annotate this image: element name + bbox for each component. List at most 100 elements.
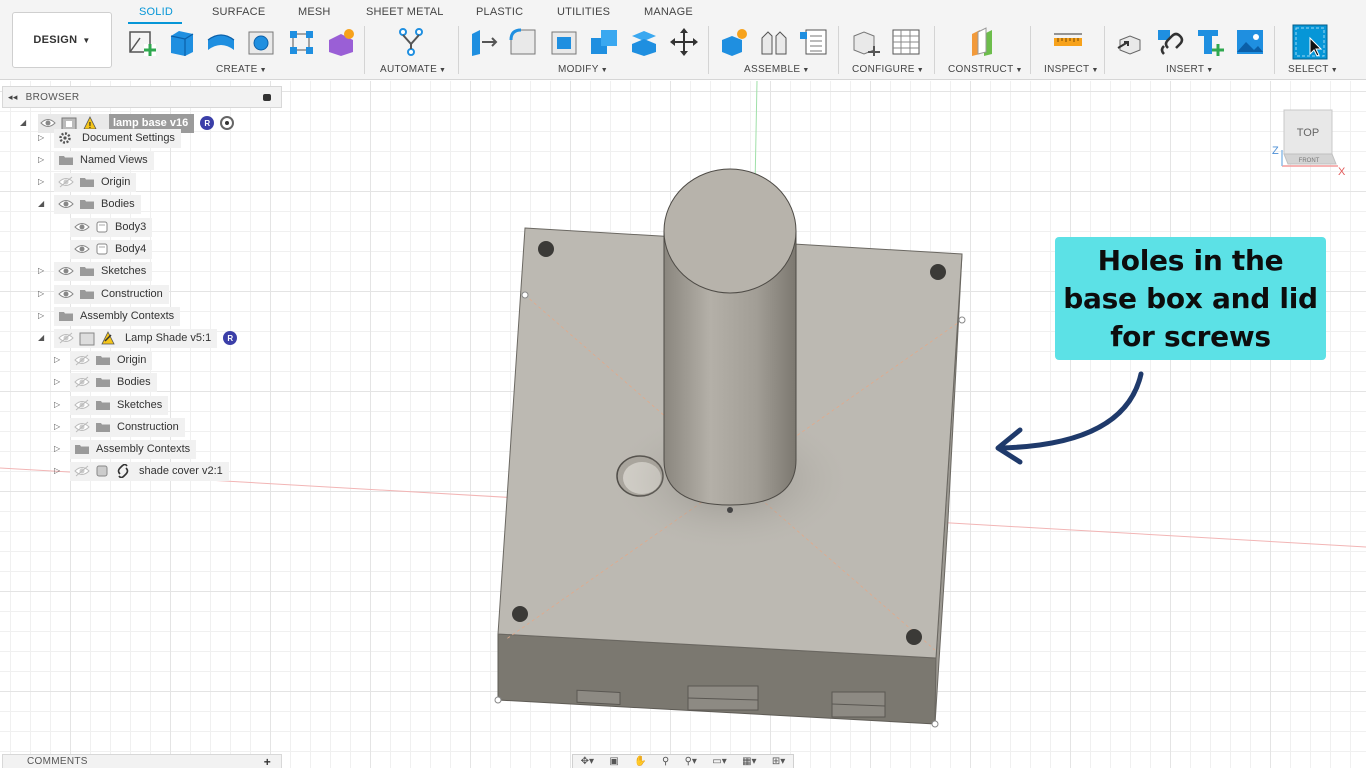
- eye-icon[interactable]: [74, 221, 90, 233]
- expand-right-icon[interactable]: ▷: [54, 400, 64, 409]
- new-component-icon[interactable]: [718, 26, 750, 58]
- eye-hidden-icon[interactable]: [74, 421, 90, 433]
- joint-icon[interactable]: [758, 26, 790, 58]
- browser-tree-item[interactable]: ▷ Document Settings: [0, 128, 181, 148]
- browser-tree-item[interactable]: Body4: [0, 239, 153, 259]
- expand-right-icon[interactable]: ▷: [38, 266, 48, 275]
- expand-down-icon[interactable]: ◢: [38, 333, 48, 342]
- canvas-image-icon[interactable]: [1234, 26, 1266, 58]
- viewports-icon[interactable]: ⊞▾: [772, 756, 785, 767]
- grid-settings-icon[interactable]: ▦▾: [742, 756, 756, 767]
- collapse-panel-icon[interactable]: ◂◂: [8, 92, 18, 103]
- create-form-icon[interactable]: [325, 26, 357, 58]
- tab-utilities[interactable]: UTILITIES: [557, 6, 610, 18]
- pan-icon[interactable]: ✋: [634, 756, 646, 767]
- tab-plastic[interactable]: PLASTIC: [476, 6, 523, 18]
- group-insert[interactable]: INSERT ▼: [1166, 64, 1214, 75]
- offset-plane-icon[interactable]: [966, 26, 998, 58]
- orbit-icon[interactable]: ✥▾: [581, 756, 594, 767]
- group-assemble[interactable]: ASSEMBLE ▼: [744, 64, 810, 75]
- shell-icon[interactable]: [548, 26, 580, 58]
- group-create[interactable]: CREATE ▼: [216, 64, 267, 75]
- browser-tree-item[interactable]: ▷ Sketches: [0, 395, 169, 415]
- pin-panel-icon[interactable]: [263, 94, 271, 101]
- eye-hidden-icon[interactable]: [74, 354, 90, 366]
- display-settings-icon[interactable]: ▭▾: [712, 756, 726, 767]
- view-cube[interactable]: TOP FRONT X Z: [1268, 108, 1348, 180]
- expand-right-icon[interactable]: ▷: [54, 422, 64, 431]
- measure-icon[interactable]: [1052, 26, 1084, 58]
- group-select[interactable]: SELECT ▼: [1288, 64, 1338, 75]
- eye-icon[interactable]: [58, 198, 74, 210]
- look-at-icon[interactable]: ▣: [609, 756, 618, 767]
- design-workspace-dropdown[interactable]: DESIGN ▼: [12, 12, 112, 68]
- configure-icon[interactable]: [850, 26, 882, 58]
- offset-face-icon[interactable]: [628, 26, 660, 58]
- browser-tree-item[interactable]: Body3: [0, 217, 153, 237]
- group-automate[interactable]: AUTOMATE ▼: [380, 64, 446, 75]
- expand-right-icon[interactable]: ▷: [38, 133, 48, 142]
- extrude-icon[interactable]: [165, 26, 197, 58]
- browser-tree-item[interactable]: ◢ Lamp Shade v5:1 R: [0, 328, 238, 348]
- combine-icon[interactable]: [588, 26, 620, 58]
- eye-hidden-icon[interactable]: [74, 399, 90, 411]
- expand-down-icon[interactable]: ◢: [38, 199, 48, 208]
- zoom-icon[interactable]: ⚲: [662, 756, 669, 767]
- expand-right-icon[interactable]: ▷: [54, 355, 64, 364]
- browser-tree-item[interactable]: ▷ Sketches: [0, 261, 153, 281]
- expand-down-icon[interactable]: ◢: [20, 118, 30, 127]
- eye-hidden-icon[interactable]: [58, 176, 74, 188]
- browser-tree-item[interactable]: ◢ Bodies: [0, 194, 141, 214]
- tab-surface[interactable]: SURFACE: [212, 6, 265, 18]
- group-modify[interactable]: MODIFY ▼: [558, 64, 608, 75]
- eye-hidden-icon[interactable]: [74, 376, 90, 388]
- tab-solid[interactable]: SOLID: [139, 6, 173, 18]
- browser-tree-item[interactable]: ▷ Assembly Contexts: [0, 439, 197, 459]
- activate-target-icon[interactable]: [220, 116, 235, 130]
- hole-icon[interactable]: [245, 26, 277, 58]
- browser-tree-item[interactable]: ▷ Named Views: [0, 150, 154, 170]
- expand-right-icon[interactable]: ▷: [54, 377, 64, 386]
- tab-manage[interactable]: MANAGE: [644, 6, 693, 18]
- rectangular-pattern-icon[interactable]: [285, 26, 317, 58]
- eye-hidden-icon[interactable]: [58, 332, 74, 344]
- insert-link-icon[interactable]: [1154, 26, 1186, 58]
- tab-mesh[interactable]: MESH: [298, 6, 331, 18]
- comments-panel[interactable]: COMMENTS +: [2, 754, 282, 768]
- expand-right-icon[interactable]: ▷: [38, 155, 48, 164]
- eye-icon[interactable]: [58, 265, 74, 277]
- automate-icon[interactable]: [395, 26, 427, 58]
- expand-right-icon[interactable]: ▷: [38, 177, 48, 186]
- browser-tree-item[interactable]: ▷ Bodies: [0, 372, 157, 392]
- add-comment-icon[interactable]: +: [264, 755, 271, 768]
- expand-right-icon[interactable]: ▷: [54, 466, 64, 475]
- insert-mcmaster-icon[interactable]: [1194, 26, 1226, 58]
- browser-tree-item[interactable]: ▷ Assembly Contexts: [0, 306, 181, 326]
- revolve-icon[interactable]: [205, 26, 237, 58]
- fit-icon[interactable]: ⚲▾: [685, 756, 697, 767]
- group-construct[interactable]: CONSTRUCT ▼: [948, 64, 1023, 75]
- configuration-table-icon[interactable]: [890, 26, 922, 58]
- eye-icon[interactable]: [58, 288, 74, 300]
- group-configure[interactable]: CONFIGURE ▼: [852, 64, 924, 75]
- tab-sheet-metal[interactable]: SHEET METAL: [366, 6, 444, 18]
- expand-right-icon[interactable]: ▷: [38, 289, 48, 298]
- expand-right-icon[interactable]: ▷: [38, 311, 48, 320]
- fillet-icon[interactable]: [507, 26, 539, 58]
- browser-item-label: Bodies: [101, 198, 135, 210]
- eye-icon[interactable]: [74, 243, 90, 255]
- eye-hidden-icon[interactable]: [74, 465, 90, 477]
- browser-tree-item[interactable]: ▷ Construction: [0, 417, 185, 437]
- bill-of-materials-icon[interactable]: [798, 26, 830, 58]
- browser-tree-item[interactable]: ▷ shade cover v2:1: [0, 461, 229, 481]
- browser-tree-item[interactable]: ▷ Origin: [0, 350, 153, 370]
- move-copy-icon[interactable]: [668, 26, 700, 58]
- select-icon[interactable]: [1292, 24, 1328, 60]
- press-pull-icon[interactable]: [468, 26, 500, 58]
- expand-right-icon[interactable]: ▷: [54, 444, 64, 453]
- create-sketch-icon[interactable]: [126, 26, 158, 58]
- insert-derive-icon[interactable]: [1114, 26, 1146, 58]
- group-inspect[interactable]: INSPECT ▼: [1044, 64, 1099, 75]
- browser-tree-item[interactable]: ▷ Origin: [0, 172, 137, 192]
- browser-tree-item[interactable]: ▷ Construction: [0, 284, 169, 304]
